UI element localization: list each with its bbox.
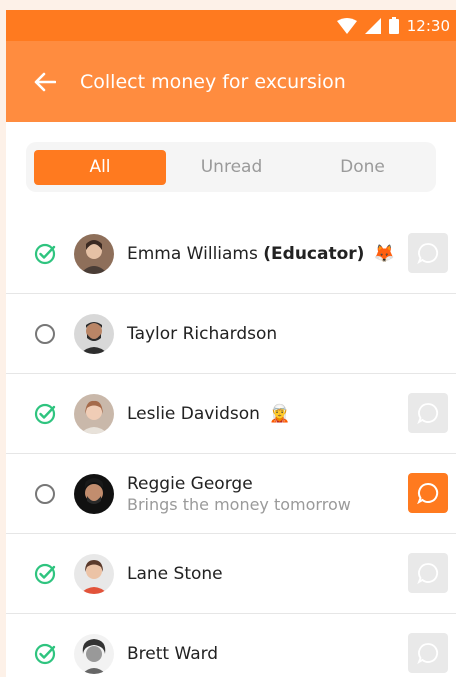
person-name: Taylor Richardson	[127, 323, 278, 344]
list-item[interactable]: Taylor Richardson	[6, 294, 456, 374]
chat-bubble-icon	[417, 243, 439, 264]
message-button[interactable]	[408, 633, 448, 673]
page-title: Collect money for excursion	[80, 70, 346, 93]
avatar	[74, 634, 114, 674]
chat-bubble-icon	[417, 403, 439, 424]
list-item[interactable]: Lane Stone	[6, 534, 456, 614]
tab-done[interactable]: Done	[297, 150, 428, 185]
message-button[interactable]	[408, 553, 448, 593]
person-name: Leslie Davidson	[127, 403, 260, 424]
check-circle-icon[interactable]	[34, 243, 56, 265]
check-circle-icon[interactable]	[34, 403, 56, 425]
list-item[interactable]: Brett Ward	[6, 614, 456, 677]
person-name-line: Emma Williams (Educator) 🦊	[127, 244, 456, 264]
avatar	[74, 553, 114, 594]
person-name: Emma Williams	[127, 243, 258, 264]
check-circle-icon[interactable]	[34, 643, 56, 665]
check-circle-icon[interactable]	[34, 563, 56, 585]
person-name: Lane Stone	[127, 563, 223, 584]
chat-bubble-icon	[417, 563, 439, 584]
avatar	[74, 233, 114, 274]
message-button[interactable]	[408, 233, 448, 273]
signal-icon	[364, 17, 381, 34]
app-bar: Collect money for excursion	[6, 41, 456, 122]
message-button[interactable]	[408, 393, 448, 433]
people-list: Emma Williams (Educator) 🦊 Taylor Richar…	[6, 214, 456, 677]
avatar	[74, 313, 114, 354]
filter-tabs: All Unread Done	[26, 142, 436, 192]
empty-circle-icon[interactable]	[34, 483, 56, 505]
tab-all[interactable]: All	[34, 149, 166, 185]
message-button-unread[interactable]	[408, 473, 448, 513]
list-item[interactable]: Leslie Davidson 🧝	[6, 374, 456, 454]
status-time: 12:30	[406, 16, 450, 35]
wifi-icon	[336, 17, 357, 34]
fox-emoji: 🦊	[373, 243, 396, 264]
person-role: (Educator)	[263, 243, 365, 264]
empty-circle-icon[interactable]	[34, 323, 56, 345]
list-item[interactable]: Emma Williams (Educator) 🦊	[6, 214, 456, 294]
avatar	[74, 473, 114, 514]
chat-bubble-icon	[417, 482, 439, 504]
person-name: Brett Ward	[127, 644, 219, 664]
status-bar: 12:30	[6, 10, 456, 41]
list-item[interactable]: Reggie George Brings the money tomorrow	[6, 454, 456, 534]
person-note: Brings the money tomorrow	[127, 494, 351, 514]
avatar	[74, 393, 114, 434]
arrow-left-icon	[34, 72, 56, 91]
elf-emoji: 🧝	[269, 403, 291, 424]
phone-screen: 12:30 Collect money for excursion All Un…	[6, 10, 456, 677]
battery-icon	[388, 17, 399, 34]
person-name: Reggie George	[127, 473, 253, 494]
person-name-line: Leslie Davidson 🧝	[127, 404, 456, 424]
chat-bubble-icon	[417, 643, 439, 664]
tab-unread[interactable]: Unread	[166, 150, 297, 185]
back-button[interactable]	[6, 41, 80, 122]
